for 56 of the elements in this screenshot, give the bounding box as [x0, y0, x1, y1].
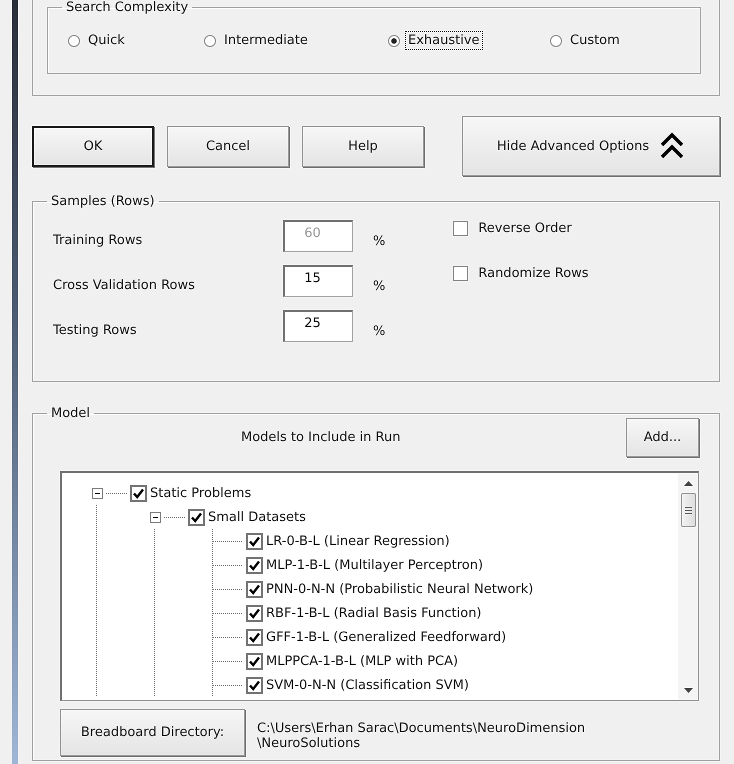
- dialog-button[interactable]: Cancel: [167, 126, 289, 166]
- checkbox[interactable]: [188, 508, 205, 526]
- list-caption: Models to Include in Run: [241, 430, 400, 444]
- checkbox[interactable]: [246, 532, 263, 550]
- tree-item[interactable]: LR-0-B-L (Linear Regression): [266, 534, 450, 548]
- dialog-button[interactable]: Help: [302, 126, 424, 166]
- radio-label[interactable]: Custom: [567, 31, 623, 50]
- input-field[interactable]: 15: [283, 265, 353, 297]
- group-title: Samples (Rows): [50, 194, 156, 209]
- checkbox-label[interactable]: Randomize Rows: [478, 266, 589, 281]
- tree-item[interactable]: Small Datasets: [208, 510, 306, 524]
- scroll-thumb[interactable]: [680, 493, 696, 527]
- group-title: Search Complexity: [65, 0, 190, 15]
- tree-item[interactable]: PNN-0-N-N (Probabilistic Neural Network): [266, 582, 534, 596]
- tree-item[interactable]: Static Problems: [150, 486, 252, 500]
- directory-path: \NeuroSolutions: [257, 736, 362, 750]
- radio-button[interactable]: [550, 34, 562, 46]
- input-field[interactable]: 25: [283, 310, 353, 342]
- directory-path: C:\Users\Erhan Sarac\Documents\NeuroDimension: [257, 720, 586, 736]
- checkbox[interactable]: [246, 580, 263, 598]
- field-label: Training Rows: [53, 232, 144, 248]
- radio-button[interactable]: [204, 34, 216, 46]
- unit-label: %: [373, 232, 386, 248]
- tree-item[interactable]: MLP-1-B-L (Multilayer Perceptron): [266, 558, 484, 572]
- expander-icon[interactable]: [92, 488, 103, 498]
- add-button[interactable]: Add...: [626, 418, 699, 456]
- dialog-button[interactable]: OK: [32, 126, 154, 166]
- checkbox[interactable]: [246, 556, 263, 574]
- group-title: Model: [50, 406, 92, 421]
- unit-label: %: [373, 322, 386, 338]
- radio-button[interactable]: [388, 34, 400, 46]
- unit-label: %: [373, 278, 386, 294]
- checkbox[interactable]: [246, 628, 263, 646]
- tree-item[interactable]: SVM-0-N-N (Classification SVM): [266, 678, 469, 692]
- expander-icon[interactable]: [150, 512, 161, 522]
- checkbox[interactable]: [453, 266, 468, 281]
- breadboard-directory-button[interactable]: Breadboard Directory:: [60, 709, 245, 756]
- double-chevron-up-icon: [659, 131, 686, 161]
- radio-button[interactable]: [68, 34, 80, 46]
- checkbox[interactable]: [246, 676, 263, 694]
- checkbox[interactable]: [246, 604, 263, 622]
- hide-advanced-button[interactable]: Hide Advanced Options: [462, 116, 720, 176]
- tree-item[interactable]: GFF-1-B-L (Generalized Feedforward): [266, 630, 506, 644]
- field-label: Testing Rows: [53, 322, 138, 338]
- radio-label[interactable]: Quick: [85, 31, 128, 50]
- radio-label[interactable]: Exhaustive: [405, 31, 483, 50]
- checkbox[interactable]: [246, 652, 263, 670]
- triangle-up-icon: [684, 480, 692, 486]
- field-label: Cross Validation Rows: [53, 276, 196, 292]
- checkbox[interactable]: [453, 221, 468, 236]
- checkbox-label[interactable]: Reverse Order: [478, 221, 572, 236]
- radio-label[interactable]: Intermediate: [221, 31, 311, 50]
- tree-item[interactable]: RBF-1-B-L (Radial Basis Function): [266, 606, 482, 620]
- tree-item[interactable]: MLPPCA-1-B-L (MLP with PCA): [266, 654, 458, 668]
- checkbox[interactable]: [130, 484, 147, 502]
- triangle-down-icon: [684, 688, 692, 692]
